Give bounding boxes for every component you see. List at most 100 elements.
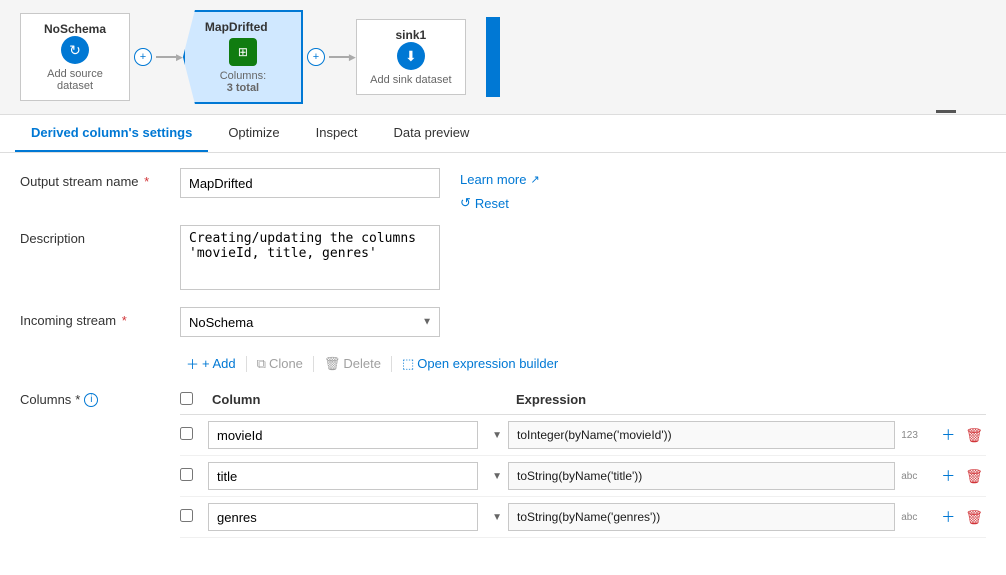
columns-info-icon: i (84, 393, 98, 407)
row1-check-cell (180, 427, 208, 443)
row1-column-input[interactable] (208, 421, 478, 449)
row3-type-badge: abc (901, 512, 926, 523)
row2-expr-cell: abc ＋ 🗑 (508, 462, 986, 490)
row3-name-cell: ▼ (208, 503, 508, 531)
columns-toolbar: ＋ + Add ⧉ Clone 🗑 Delete ⬚ Open expressi… (180, 351, 986, 376)
row1-dropdown-arrow-icon: ▼ (492, 430, 502, 441)
right-actions: Learn more ↗ ↺ Reset (460, 168, 540, 211)
row2-add-button[interactable]: ＋ (938, 464, 958, 488)
row3-expression-input[interactable] (508, 503, 895, 531)
add-column-button[interactable]: ＋ + Add (180, 351, 242, 376)
row2-name-cell: ▼ (208, 462, 508, 490)
columns-section-label: Columns * i (20, 386, 180, 407)
table-row: ▼ 123 ＋ 🗑 (180, 415, 986, 456)
tabs-bar: Derived column's settings Optimize Inspe… (0, 115, 1006, 153)
description-input-wrap: Creating/updating the columns 'movieId, … (180, 225, 440, 293)
clone-icon: ⧉ (257, 356, 266, 372)
header-expression: Expression (508, 392, 986, 408)
incoming-stream-row: Incoming stream * NoSchema ▼ (20, 307, 986, 337)
incoming-stream-select-wrap: NoSchema ▼ (180, 307, 440, 337)
row1-checkbox[interactable] (180, 427, 193, 440)
toolbar-sep-1 (246, 356, 247, 372)
reset-button[interactable]: ↺ Reset (460, 195, 540, 211)
tab-optimize[interactable]: Optimize (212, 115, 295, 152)
tab-inspect[interactable]: Inspect (300, 115, 374, 152)
description-label: Description (20, 225, 180, 246)
row1-name-cell: ▼ (208, 421, 508, 449)
row2-column-input[interactable] (208, 462, 478, 490)
incoming-stream-select[interactable]: NoSchema (180, 307, 440, 337)
expression-builder-icon: ⬚ (402, 356, 414, 372)
noschema-icon: ↻ (61, 36, 89, 64)
columns-table-header: Column Expression (180, 386, 986, 415)
delete-column-button[interactable]: 🗑 Delete (318, 353, 387, 375)
table-row: ▼ abc ＋ 🗑 (180, 497, 986, 538)
row1-add-button[interactable]: ＋ (938, 423, 958, 447)
row3-expr-cell: abc ＋ 🗑 (508, 503, 986, 531)
output-stream-row: Output stream name * Learn more ↗ ↺ Rese… (20, 168, 986, 211)
row2-type-badge: abc (901, 471, 926, 482)
toolbar-sep-2 (313, 356, 314, 372)
header-check-cell (180, 392, 208, 408)
learn-more-link[interactable]: Learn more ↗ (460, 172, 540, 187)
columns-section: Columns * i Column Expression ▼ (20, 386, 986, 538)
output-stream-input[interactable] (180, 168, 440, 198)
external-link-icon: ↗ (530, 173, 539, 186)
row2-check-cell (180, 468, 208, 484)
row3-dropdown-arrow-icon: ▼ (492, 512, 502, 523)
row2-delete-button[interactable]: 🗑 (962, 466, 986, 487)
sink1-sublabel: Add sink dataset (370, 74, 451, 86)
row2-dropdown-arrow-icon: ▼ (492, 471, 502, 482)
add-icon: ＋ (186, 354, 199, 373)
minimize-bar[interactable] (936, 110, 956, 113)
tab-derived[interactable]: Derived column's settings (15, 115, 208, 152)
connector-2: ▶ (329, 52, 356, 63)
right-accent-bar (486, 17, 500, 97)
row3-checkbox[interactable] (180, 509, 193, 522)
header-column-name: Column (208, 392, 508, 408)
mapdrifted-label: MapDrifted (205, 20, 281, 34)
tab-preview[interactable]: Data preview (378, 115, 486, 152)
settings-panel: Output stream name * Learn more ↗ ↺ Rese… (0, 153, 1006, 553)
mapdrifted-info2: 3 total (205, 82, 281, 94)
sink1-icon: ⬇ (397, 42, 425, 70)
expression-builder-button[interactable]: ⬚ Open expression builder (396, 353, 564, 375)
row3-check-cell (180, 509, 208, 525)
incoming-stream-label: Incoming stream * (20, 307, 180, 328)
output-stream-label: Output stream name * (20, 168, 180, 189)
mapdrifted-info1: Columns: (205, 70, 281, 82)
row1-expression-input[interactable] (508, 421, 895, 449)
noschema-sublabel: Add source dataset (29, 68, 121, 92)
pipeline-node-mapdrifted[interactable]: MapDrifted ⊞ Columns: 3 total (183, 10, 303, 104)
mapdrifted-icon: ⊞ (229, 38, 257, 66)
pipeline-node-noschema[interactable]: NoSchema ↻ Add source dataset (20, 13, 130, 101)
select-all-checkbox[interactable] (180, 392, 193, 405)
row3-actions: ＋ 🗑 (938, 505, 986, 529)
row2-actions: ＋ 🗑 (938, 464, 986, 488)
row1-expr-cell: 123 ＋ 🗑 (508, 421, 986, 449)
reset-icon: ↺ (460, 195, 471, 211)
row1-delete-button[interactable]: 🗑 (962, 425, 986, 446)
pipeline-node-sink1[interactable]: sink1 ⬇ Add sink dataset (356, 19, 466, 95)
sink1-label: sink1 (396, 28, 427, 42)
table-row: ▼ abc ＋ 🗑 (180, 456, 986, 497)
add-after-noschema[interactable]: + (134, 48, 152, 66)
row3-column-input[interactable] (208, 503, 478, 531)
toolbar-sep-3 (391, 356, 392, 372)
row1-actions: ＋ 🗑 (938, 423, 986, 447)
row2-checkbox[interactable] (180, 468, 193, 481)
row3-add-button[interactable]: ＋ (938, 505, 958, 529)
delete-icon: 🗑 (324, 356, 341, 372)
description-row: Description Creating/updating the column… (20, 225, 986, 293)
output-stream-input-wrap (180, 168, 440, 198)
noschema-label: NoSchema (44, 22, 106, 36)
add-after-mapdrifted[interactable]: + (307, 48, 325, 66)
columns-table: Column Expression ▼ 123 ＋ 🗑 (180, 386, 986, 538)
pipeline-area: NoSchema ↻ Add source dataset + ▶ MapDri… (0, 0, 1006, 115)
row3-delete-button[interactable]: 🗑 (962, 507, 986, 528)
description-textarea[interactable]: Creating/updating the columns 'movieId, … (180, 225, 440, 290)
connector-1: ▶ (156, 52, 183, 63)
row1-type-badge: 123 (901, 430, 926, 441)
row2-expression-input[interactable] (508, 462, 895, 490)
clone-column-button[interactable]: ⧉ Clone (251, 353, 309, 375)
